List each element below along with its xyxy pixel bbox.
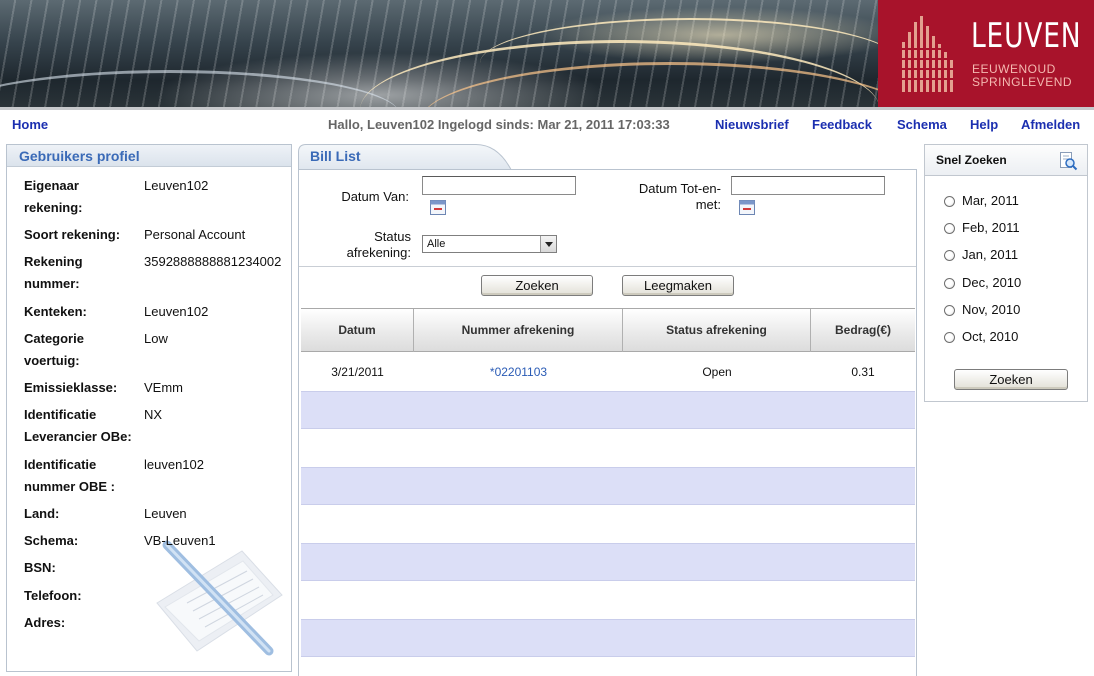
radio-label: Feb, 2011 xyxy=(962,220,1020,235)
search-document-icon xyxy=(1060,152,1078,171)
status-select-value: Alle xyxy=(427,238,446,250)
profile-label: voertuig: xyxy=(24,353,80,368)
nav-home[interactable]: Home xyxy=(12,117,48,132)
cell-datum: 3/21/2011 xyxy=(331,365,384,379)
radio-button[interactable] xyxy=(944,223,955,234)
radio-label: Dec, 2010 xyxy=(962,275,1022,290)
logo-title: LEUVEN xyxy=(971,16,1082,56)
profile-label: Identificatie xyxy=(24,457,97,472)
profile-value: leuven102 xyxy=(144,457,204,472)
leuven-logo: LEUVEN EEUWENOUD SPRINGLEVEND xyxy=(878,0,1094,107)
logo-tagline-2: SPRINGLEVEND xyxy=(972,75,1073,89)
cell-status: Open xyxy=(702,365,732,379)
bill-list-panel: Datum Van: Datum Tot-en-met: Status afrek… xyxy=(298,169,917,676)
profile-label: BSN: xyxy=(24,560,56,575)
nav-schema[interactable]: Schema xyxy=(897,117,947,132)
status-afrekening-label: Status afrekening: xyxy=(346,229,411,260)
quick-search-panel: Snel Zoeken Mar, 2011 Feb, 2011 Jan, 201… xyxy=(924,144,1088,402)
dropdown-arrow-icon[interactable] xyxy=(540,236,556,252)
banner-traffic-photo xyxy=(0,0,920,107)
profile-label: Leverancier OBe: xyxy=(24,429,132,444)
profile-value: Leuven102 xyxy=(144,178,209,193)
paper-pen-watermark-icon xyxy=(156,540,283,656)
radio-label: Nov, 2010 xyxy=(962,302,1021,317)
cell-bedrag: 0.31 xyxy=(851,365,875,379)
top-nav: Home Hallo, Leuven102 Ingelogd sinds: Ma… xyxy=(0,107,1094,139)
table-row-empty xyxy=(301,619,915,657)
nav-help[interactable]: Help xyxy=(970,117,998,132)
table-row-empty xyxy=(301,429,915,467)
profile-label: Land: xyxy=(24,506,60,521)
table-row-empty xyxy=(301,505,915,543)
bill-table-header: Datum Nummer afrekening Status afrekenin… xyxy=(301,308,915,352)
header-banner: LEUVEN EEUWENOUD SPRINGLEVEND xyxy=(0,0,1094,107)
column-datum[interactable]: Datum xyxy=(301,309,414,352)
profile-value: 3592888888881234002 xyxy=(144,254,282,269)
quick-search-header: Snel Zoeken xyxy=(925,145,1087,176)
profile-label: Adres: xyxy=(24,615,66,630)
profile-label: Telefoon: xyxy=(24,588,82,603)
nav-feedback[interactable]: Feedback xyxy=(812,117,872,132)
login-greeting: Hallo, Leuven102 Ingelogd sinds: Mar 21,… xyxy=(328,117,670,132)
radio-label: Oct, 2010 xyxy=(962,329,1019,344)
table-row: 3/21/2011 *02201103 Open 0.31 xyxy=(301,353,915,391)
bill-list-tab: Bill List xyxy=(298,144,512,171)
profile-label: Soort rekening: xyxy=(24,227,121,242)
table-row-empty xyxy=(301,581,915,619)
calendar-icon[interactable] xyxy=(430,199,446,215)
profile-title: Gebruikers profiel xyxy=(7,145,291,167)
bill-number-link[interactable]: *02201103 xyxy=(414,353,623,391)
user-profile-panel: Gebruikers profiel Eigenaar rekening: Leu… xyxy=(6,144,292,672)
table-row-empty xyxy=(301,391,915,429)
radio-button[interactable] xyxy=(944,196,955,207)
table-row-empty xyxy=(301,543,915,581)
nav-nieuwsbrief[interactable]: Nieuwsbrief xyxy=(715,117,789,132)
zoeken-button[interactable]: Zoeken xyxy=(481,275,593,296)
bill-list-title: Bill List xyxy=(310,148,361,164)
profile-label: Schema: xyxy=(24,533,79,548)
column-nummer[interactable]: Nummer afrekening xyxy=(414,309,623,352)
radio-button[interactable] xyxy=(944,305,955,316)
profile-label: rekening: xyxy=(24,200,83,215)
profile-label: Kenteken: xyxy=(24,304,87,319)
datum-tot-label: Datum Tot-en-met: xyxy=(638,181,721,212)
profile-label: Categorie xyxy=(24,331,84,346)
radio-label: Jan, 2011 xyxy=(962,247,1019,262)
column-status[interactable]: Status afrekening xyxy=(623,309,811,352)
profile-label: Emissieklasse: xyxy=(24,380,118,395)
profile-value: Leuven xyxy=(144,506,187,521)
form-divider xyxy=(299,266,916,267)
profile-value: Leuven102 xyxy=(144,304,209,319)
profile-label: Rekening xyxy=(24,254,83,269)
profile-label: Eigenaar xyxy=(24,178,79,193)
profile-label: nummer: xyxy=(24,276,80,291)
radio-button[interactable] xyxy=(944,278,955,289)
calendar-icon[interactable] xyxy=(739,199,755,215)
radio-label: Mar, 2011 xyxy=(962,193,1019,208)
quick-search-title: Snel Zoeken xyxy=(936,153,1007,167)
nav-afmelden[interactable]: Afmelden xyxy=(1021,117,1080,132)
column-bedrag[interactable]: Bedrag(€) xyxy=(811,309,915,352)
datum-van-input[interactable] xyxy=(422,176,576,195)
radio-button[interactable] xyxy=(944,250,955,261)
status-select[interactable]: Alle xyxy=(422,235,557,253)
leuven-building-logo-icon xyxy=(900,16,954,92)
profile-value: VEmm xyxy=(144,380,183,395)
logo-tagline-1: EEUWENOUD xyxy=(972,62,1056,76)
profile-label: Identificatie xyxy=(24,407,97,422)
radio-button[interactable] xyxy=(944,332,955,343)
profile-value: Personal Account xyxy=(144,227,246,242)
profile-value: Low xyxy=(144,331,168,346)
profile-value: VB-Leuven1 xyxy=(144,533,216,548)
quick-search-button[interactable]: Zoeken xyxy=(954,369,1068,390)
profile-value: NX xyxy=(144,407,163,422)
datum-van-label: Datum Van: xyxy=(341,189,409,204)
leegmaken-button[interactable]: Leegmaken xyxy=(622,275,734,296)
datum-tot-input[interactable] xyxy=(731,176,885,195)
table-row-empty xyxy=(301,467,915,505)
profile-label: nummer OBE : xyxy=(24,479,116,494)
